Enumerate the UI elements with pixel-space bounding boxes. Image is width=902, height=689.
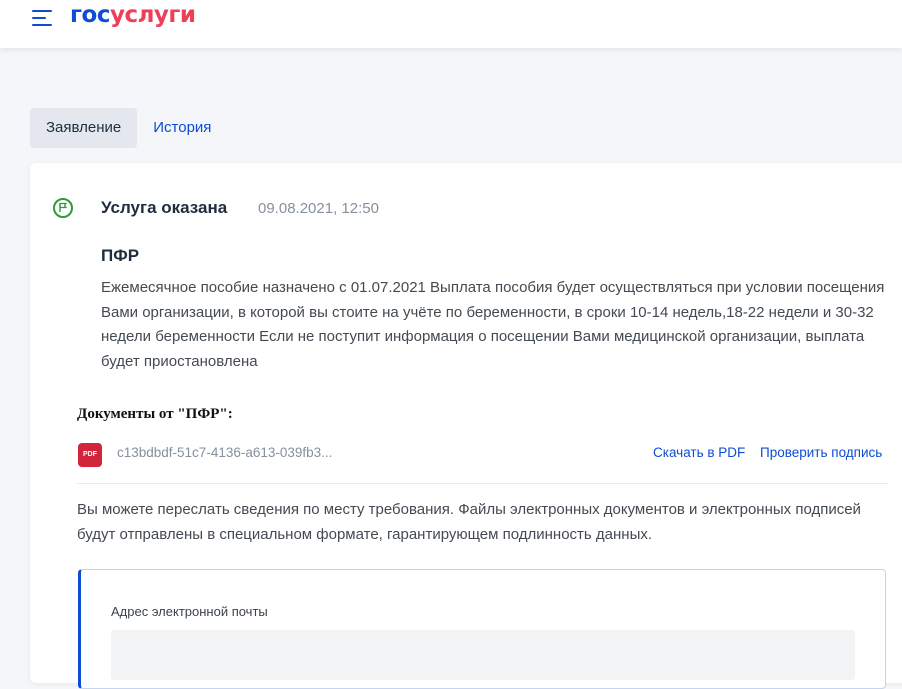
forward-info-text: Вы можете переслать сведения по месту тр… [77,501,861,543]
logo-part-uslugi: услуги [109,2,196,28]
documents-label: Документы от "ПФР": [77,406,233,422]
application-card: Услуга оказана 09.08.2021, 12:50 ПФР Еже… [30,163,902,689]
gosuslugi-logo[interactable]: госуслуги [70,2,196,28]
verify-signature-link[interactable]: Проверить подпись [760,445,882,460]
document-name: c13bdbdf-51c7-4136-a613-039fb3... [117,445,333,460]
download-pdf-link[interactable]: Скачать в PDF [653,445,745,460]
pdf-file-icon: PDF [78,443,102,467]
flag-icon [53,198,73,218]
top-header: госуслуги [0,0,902,48]
email-input[interactable] [111,630,855,680]
logo-part-gos: гос [70,2,110,28]
email-form: Адрес электронной почты [78,569,886,689]
status-title: Услуга оказана [101,198,228,217]
divider [77,483,888,484]
menu-icon[interactable] [32,10,52,26]
tab-application[interactable]: Заявление [30,108,138,148]
tab-bar: Заявление История [30,108,227,148]
tab-history[interactable]: История [137,108,227,148]
status-datetime: 09.08.2021, 12:50 [258,200,379,217]
email-label: Адрес электронной почты [111,604,268,619]
message-org: ПФР [101,246,140,265]
message-text: Ежемесячное пособие назначено с 01.07.20… [101,279,885,370]
